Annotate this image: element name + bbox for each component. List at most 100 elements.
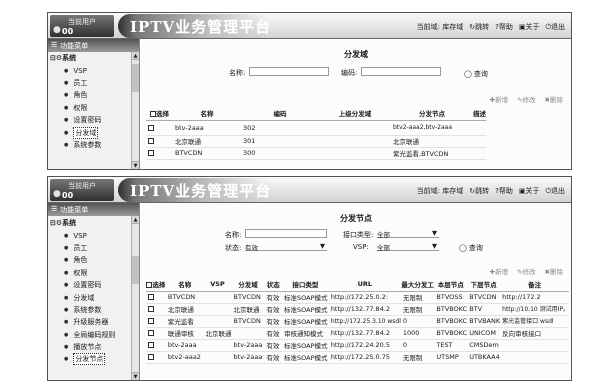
edit-button[interactable]: ✎修改 — [517, 266, 535, 276]
jump-link[interactable]: ↻跳转 — [469, 186, 489, 196]
interface-type-label: 接口类型: — [343, 231, 374, 239]
row-checkbox[interactable] — [148, 124, 154, 131]
chevron-down-icon: ▼ — [320, 242, 325, 250]
screenshot-distribution-node: ● 当前用户 00 IPTV业务管理平台 当前域: 库存域 ↻跳转 ?帮助 ▣关… — [47, 176, 572, 381]
tree-node-system[interactable]: ⊟ ⚙ 系统 — [48, 52, 139, 64]
current-user-name: 00 — [62, 27, 74, 36]
sidebar-scrollbar[interactable]: ▲ ▼ — [131, 216, 139, 380]
add-button[interactable]: ✚新增 — [490, 266, 508, 276]
row-checkbox[interactable] — [148, 306, 154, 312]
status-select[interactable]: 有效 ▼ — [245, 242, 327, 252]
table-row[interactable]: btv2-aaa2 btv-2aaa 有效 标准SOAP模式 http://172.25… — [146, 351, 569, 364]
col-max-dist: 最大分发工 — [400, 278, 435, 292]
col-parent-domain: 上级分发域 — [319, 107, 391, 121]
table-header: 选择 名称 编码 上级分发域 分发节点 描述 — [146, 107, 486, 121]
table-row[interactable]: 紫光监看 BTVCDN 有效 标准SOAP模式 http://172.25.3.10 w… — [146, 315, 569, 328]
delete-button[interactable]: ✖删除 — [545, 266, 563, 276]
edit-button[interactable]: ✎修改 — [517, 94, 535, 104]
sidebar-item-system-params[interactable]: ● 系统参数 — [48, 304, 139, 316]
table-row[interactable]: BTVCDN 300 紫光监看,BTVCDN — [146, 147, 486, 160]
menu-icon: ☰ — [51, 41, 58, 49]
sidebar-item-system-params[interactable]: ● 系统参数 — [48, 139, 139, 151]
bullet-icon: ● — [64, 141, 69, 148]
col-remark: 备注 — [500, 278, 569, 292]
screenshot-distribution-domain: ● 当前用户 00 IPTV业务管理平台 当前域: 库存域 ↻跳转 ?帮助 ▣关… — [47, 12, 572, 170]
sidebar-item-staff[interactable]: ● 员工 — [48, 77, 139, 89]
about-link[interactable]: ▣关于 — [519, 22, 540, 32]
table-header: 选择 名称 VSP 分发域 状态 接口类型 URL 最大分发工 本层节点 下层节… — [146, 278, 569, 292]
about-link[interactable]: ▣关于 — [519, 186, 540, 196]
jump-link[interactable]: ↻跳转 — [469, 22, 489, 32]
sidebar-item-distribution-domain[interactable]: ● 分发域 — [48, 126, 139, 139]
tree-node-system[interactable]: ⊟ ⚙ 系统 — [48, 217, 139, 229]
row-checkbox[interactable] — [148, 330, 154, 336]
help-link[interactable]: ?帮助 — [495, 186, 513, 196]
chevron-down-icon: ▼ — [432, 242, 437, 250]
code-label: 编码: — [341, 69, 358, 77]
main-content: 分发节点 名称: 状态: 有效 ▼ 接口类型: 全部 ▼ VSP: 全部 ▼ ◯ 查询 … — [141, 203, 571, 380]
query-button[interactable]: ◯ 查询 — [464, 69, 488, 79]
add-button[interactable]: ✚新增 — [490, 94, 508, 104]
interface-type-select[interactable]: 全部 ▼ — [377, 229, 439, 239]
sidebar-item-set-password[interactable]: ● 设置密码 — [48, 279, 139, 291]
sidebar-scrollbar[interactable]: ▲ ▼ — [131, 52, 139, 169]
action-bar: ✚新增 ✎修改 ✖删除 — [490, 266, 563, 276]
user-icon: ● — [53, 189, 61, 199]
current-domain: 当前域: 库存域 — [416, 187, 464, 195]
table-row[interactable]: btv-2aaa btv-2aaa 有效 标准SOAP模式 http://172.24.… — [146, 339, 569, 352]
header-bar: ● 当前用户 00 IPTV业务管理平台 当前域: 库存域 ↻跳转 ?帮助 ▣关… — [48, 13, 571, 39]
row-checkbox[interactable] — [148, 342, 154, 348]
sidebar-item-staff[interactable]: ● 员工 — [48, 242, 139, 254]
sidebar-item-permission[interactable]: ● 权限 — [48, 267, 139, 279]
search-icon: ◯ — [464, 70, 472, 78]
sidebar-item-role[interactable]: ● 角色 — [48, 254, 139, 266]
col-domain: 分发域 — [231, 278, 265, 292]
top-links: 当前域: 库存域 ↻跳转 ?帮助 ▣关于 ⏻退出 — [417, 22, 565, 32]
user-icon: ● — [53, 25, 61, 35]
sidebar-item-global-code-rules[interactable]: ● 全局编码规则 — [48, 329, 139, 341]
table-row[interactable]: 北京联通 北京联通 有效 标准SOAP模式 http://132.77.84.2 无限制 B… — [146, 303, 569, 316]
table-row[interactable]: 联通审核 北京联通 有效 审核通知模式 http://132.77.84.2 1000 BT… — [146, 327, 569, 340]
action-bar: ✚新增 ✎修改 ✖删除 — [490, 94, 563, 104]
query-button[interactable]: ◯ 查询 — [459, 243, 483, 253]
sidebar-item-vsp[interactable]: ● VSP — [48, 64, 139, 76]
table-row[interactable]: 北京联通 301 北京联通 — [146, 135, 486, 148]
sidebar-item-vsp[interactable]: ● VSP — [48, 229, 139, 241]
bullet-icon: ● — [64, 306, 69, 313]
bullet-icon: ● — [64, 129, 69, 136]
code-input[interactable] — [361, 67, 441, 76]
bullet-icon: ● — [64, 356, 69, 363]
sidebar-item-upgrade-server[interactable]: ● 升级服务器 — [48, 316, 139, 328]
logout-link[interactable]: ⏻退出 — [545, 22, 565, 32]
row-checkbox[interactable] — [148, 138, 154, 144]
bullet-icon: ● — [64, 257, 69, 264]
sidebar-item-role[interactable]: ● 角色 — [48, 89, 139, 101]
current-user-label: 当前用户 — [68, 182, 96, 190]
row-checkbox[interactable] — [148, 294, 154, 300]
col-desc: 描述 — [473, 107, 486, 121]
sidebar-item-distribution-domain[interactable]: ● 分发域 — [48, 291, 139, 303]
bullet-icon: ● — [64, 104, 69, 111]
row-checkbox[interactable] — [148, 318, 154, 324]
name-input[interactable] — [249, 67, 329, 76]
scroll-up-icon: ▲ — [132, 52, 139, 60]
delete-button[interactable]: ✖删除 — [545, 94, 563, 104]
bullet-icon: ● — [64, 331, 69, 338]
vsp-select[interactable]: 全部 ▼ — [377, 242, 439, 252]
row-checkbox[interactable] — [148, 150, 154, 156]
logout-link[interactable]: ⏻退出 — [545, 186, 565, 196]
sidebar-item-play-node[interactable]: ● 播放节点 — [48, 341, 139, 353]
row-checkbox[interactable] — [148, 354, 154, 360]
help-link[interactable]: ?帮助 — [495, 22, 513, 32]
col-name: 名称 — [165, 278, 204, 292]
sidebar-item-set-password[interactable]: ● 设置密码 — [48, 114, 139, 126]
main-content: 分发域 名称: 编码: ◯ 查询 ✚新增 ✎修改 ✖删除 选择 名称 编码 上级分… — [141, 39, 571, 169]
table-row[interactable]: btv-2aaa 302 btv2-aaa2,btv-2aaa — [146, 120, 486, 136]
col-interface-type: 接口类型 — [282, 278, 329, 292]
table-row[interactable]: BTVCDN BTVCDN 有效 标准SOAP模式 http://172.25.0.2:… — [146, 291, 569, 304]
name-input[interactable] — [245, 229, 327, 238]
col-url: URL — [328, 278, 401, 292]
sidebar-item-permission[interactable]: ● 权限 — [48, 102, 139, 114]
sidebar-item-distribution-node[interactable]: ● 分发节点 — [48, 353, 139, 366]
app-title: IPTV业务管理平台 — [130, 18, 272, 36]
